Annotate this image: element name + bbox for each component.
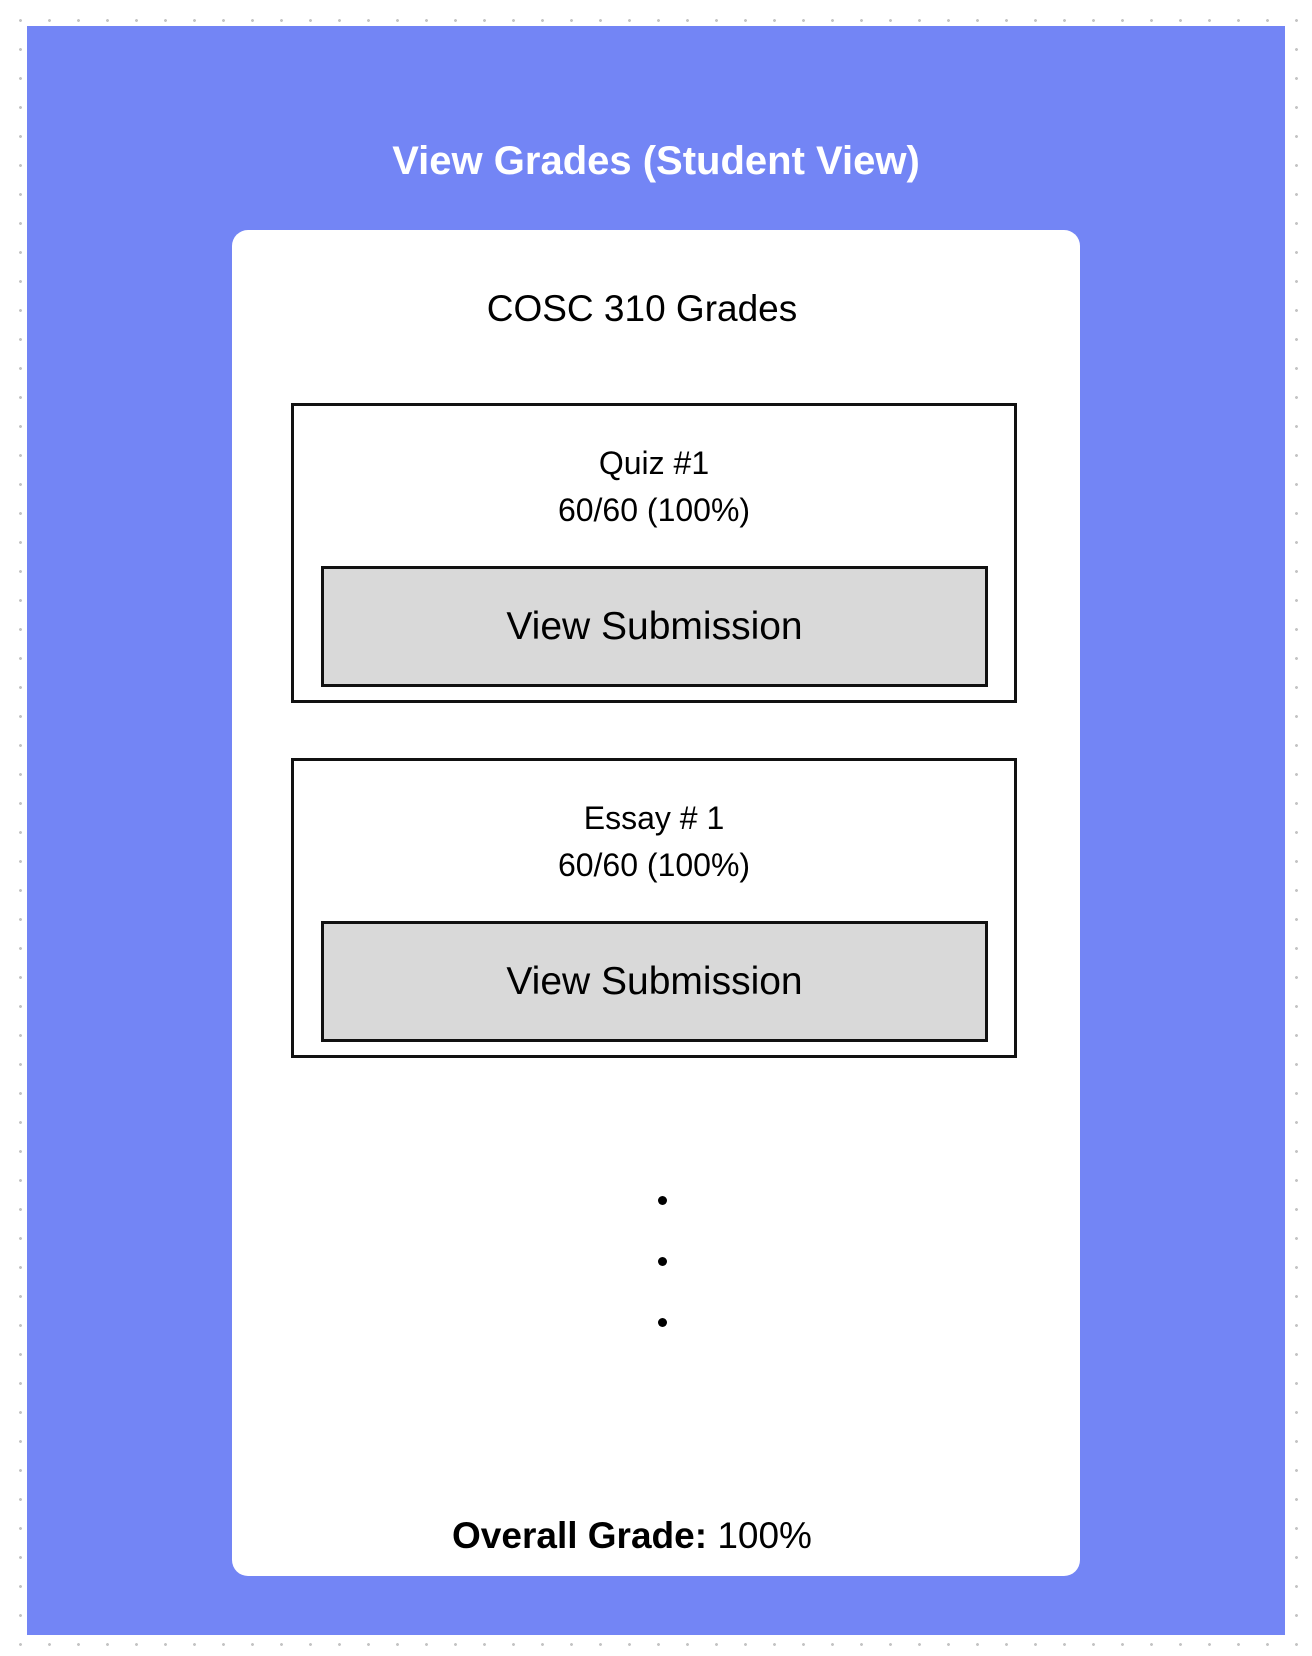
- dot: [658, 1318, 667, 1327]
- dot: [658, 1257, 667, 1266]
- grade-item-score: 60/60 (100%): [557, 847, 751, 883]
- grade-item-name: Essay # 1: [583, 800, 725, 836]
- course-grades-title: COSC 310 Grades: [486, 288, 798, 329]
- overall-grade: Overall Grade: 100%: [232, 1513, 1032, 1559]
- grade-item-quiz-1: Quiz #1 60/60 (100%) View Submission: [291, 403, 1017, 703]
- overall-grade-value: 100%: [717, 1515, 812, 1556]
- grade-item-score: 60/60 (100%): [557, 492, 751, 528]
- ellipsis-vertical-icon: [658, 1196, 670, 1346]
- screen-frame: View Grades (Student View) COSC 310 Grad…: [27, 26, 1285, 1635]
- grade-item-name: Quiz #1: [598, 445, 710, 481]
- view-submission-button[interactable]: View Submission: [321, 921, 988, 1042]
- overall-grade-label: Overall Grade:: [452, 1515, 708, 1556]
- grades-card: COSC 310 Grades Quiz #1 60/60 (100%) Vie…: [232, 230, 1080, 1576]
- view-submission-button[interactable]: View Submission: [321, 566, 988, 687]
- dot: [658, 1196, 667, 1205]
- page-title: View Grades (Student View): [392, 139, 920, 183]
- grade-item-essay-1: Essay # 1 60/60 (100%) View Submission: [291, 758, 1017, 1058]
